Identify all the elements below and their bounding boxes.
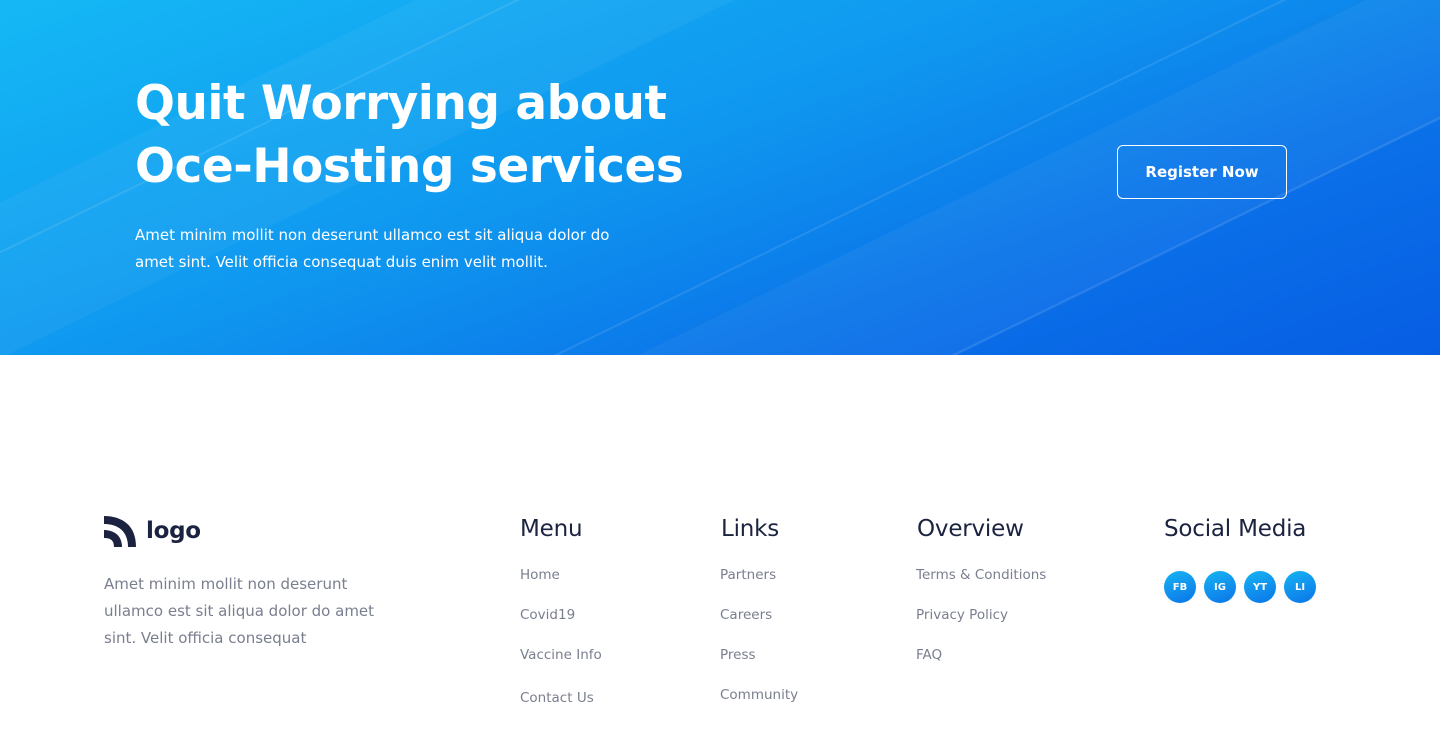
- linkedin-icon[interactable]: LI: [1284, 571, 1316, 603]
- hero-title-line: Quit Worrying about: [135, 76, 667, 131]
- overview-link-faq[interactable]: FAQ: [916, 647, 942, 663]
- overview-heading: Overview: [917, 516, 1024, 542]
- facebook-icon[interactable]: FB: [1164, 571, 1196, 603]
- hero-title: Quit Worrying about Oce-Hosting services: [135, 72, 755, 198]
- footer-logo[interactable]: logo: [104, 514, 201, 548]
- menu-heading: Menu: [520, 516, 583, 542]
- links-link-community[interactable]: Community: [720, 687, 798, 703]
- links-link-press[interactable]: Press: [720, 647, 756, 663]
- menu-link-covid19[interactable]: Covid19: [520, 607, 575, 623]
- menu-link-vaccine-info[interactable]: Vaccine Info: [520, 647, 602, 663]
- links-link-careers[interactable]: Careers: [720, 607, 772, 623]
- logo-text: logo: [146, 518, 201, 544]
- hero-subtitle-line: amet sint. Velit officia consequat duis …: [135, 253, 548, 271]
- instagram-icon[interactable]: IG: [1204, 571, 1236, 603]
- hero-subtitle-line: Amet minim mollit non deserunt ullamco e…: [135, 226, 610, 244]
- footer-description-line: sint. Velit officia consequat: [104, 629, 307, 647]
- hero-title-line: Oce-Hosting services: [135, 139, 684, 194]
- menu-link-contact-us[interactable]: Contact Us: [520, 690, 594, 706]
- footer-description-line: Amet minim mollit non deserunt: [104, 575, 348, 593]
- overview-link-terms[interactable]: Terms & Conditions: [916, 567, 1046, 583]
- hero-subtitle: Amet minim mollit non deserunt ullamco e…: [135, 222, 635, 276]
- register-now-button[interactable]: Register Now: [1117, 145, 1287, 199]
- links-link-partners[interactable]: Partners: [720, 567, 776, 583]
- social-media-heading: Social Media: [1164, 516, 1307, 542]
- overview-link-privacy[interactable]: Privacy Policy: [916, 607, 1008, 623]
- links-heading: Links: [721, 516, 780, 542]
- youtube-icon[interactable]: YT: [1244, 571, 1276, 603]
- footer-description-line: ullamco est sit aliqua dolor do amet: [104, 602, 375, 620]
- footer-description: Amet minim mollit non deserunt ullamco e…: [104, 571, 394, 652]
- hero-banner: Quit Worrying about Oce-Hosting services…: [0, 0, 1440, 355]
- menu-link-home[interactable]: Home: [520, 567, 560, 583]
- logo-icon: [104, 516, 136, 547]
